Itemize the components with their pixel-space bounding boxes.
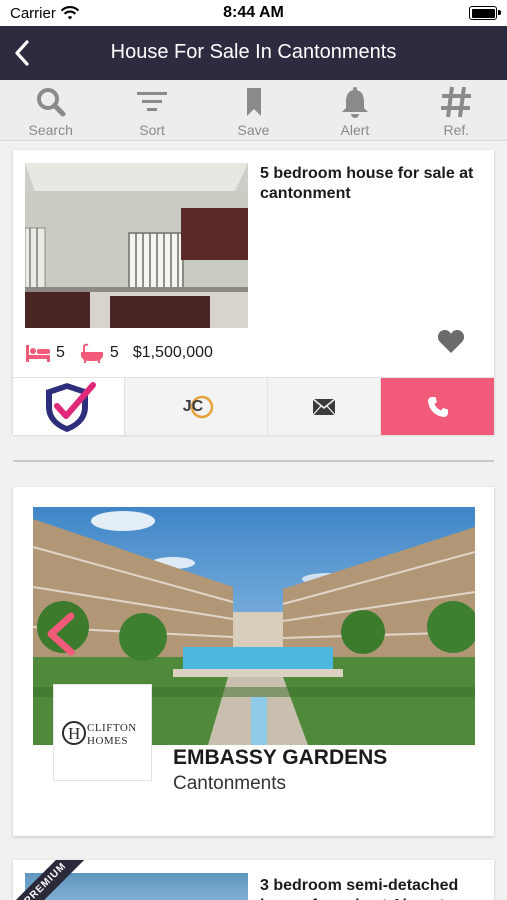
search-icon [36,88,66,117]
call-button[interactable] [381,378,494,435]
agent-logo[interactable]: JC [125,378,268,435]
toolbar: Search Sort Save Alert Ref. [0,80,507,141]
verified-shield-icon [45,381,96,432]
listing-title[interactable]: 3 bedroom semi-detached house for sale a… [260,876,490,900]
listing-card[interactable]: 5 bedroom house for sale at cantonment 5… [13,150,494,435]
bed-icon [26,345,50,362]
sort-button[interactable]: Sort [101,80,202,140]
reference-button[interactable]: Ref. [406,80,507,140]
listing-photo[interactable] [25,163,248,328]
project-card[interactable]: H CLIFTON HOMES EMBASSY GARDENS Cantonme… [13,487,494,836]
bookmark-icon [246,88,261,116]
svg-text:CLIFTON: CLIFTON [87,722,137,734]
section-divider [13,460,494,462]
bathtub-icon [80,343,103,363]
alert-label: Alert [340,122,370,138]
alert-button[interactable]: Alert [304,80,405,140]
clock: 8:44 AM [223,4,284,21]
hash-icon [441,86,472,118]
search-label: Search [28,122,73,138]
agent-logo-text: JC [182,397,204,415]
previous-image-arrow-icon[interactable] [43,612,79,656]
listing-card[interactable]: PREMIUM 3 bedroom semi-detached house fo… [13,860,494,900]
sort-icon [137,92,168,111]
bathroom-count: 5 [109,344,119,361]
clifton-homes-logo: H CLIFTON HOMES [61,720,137,747]
battery-icon [469,6,501,20]
listing-title[interactable]: 5 bedroom house for sale at cantonment [260,164,485,204]
save-label: Save [237,122,270,138]
status-bar: Carrier 8:44 AM [0,0,507,26]
listing-price: $1,500,000 [132,344,213,361]
reference-label: Ref. [443,122,470,138]
project-location: Cantonments [173,773,287,794]
developer-logo[interactable]: H CLIFTON HOMES [53,684,152,781]
email-button[interactable] [268,378,381,435]
svg-text:HOMES: HOMES [87,735,128,747]
heart-icon[interactable] [437,328,465,354]
listing-actions: JC [13,377,494,435]
nav-bar: House For Sale In Cantonments [0,26,507,80]
sort-label: Sort [139,122,165,138]
listing-meta: 5 5 $1,500,000 [25,343,213,363]
svg-text:H: H [68,724,80,743]
project-name[interactable]: EMBASSY GARDENS [173,746,387,770]
bell-icon [341,87,368,118]
page-title: House For Sale In Cantonments [110,41,397,63]
envelope-icon [312,397,336,415]
verified-badge [13,378,125,435]
phone-icon [427,396,448,417]
search-button[interactable]: Search [0,80,101,140]
save-search-button[interactable]: Save [203,80,304,140]
bedroom-count: 5 [56,344,65,361]
